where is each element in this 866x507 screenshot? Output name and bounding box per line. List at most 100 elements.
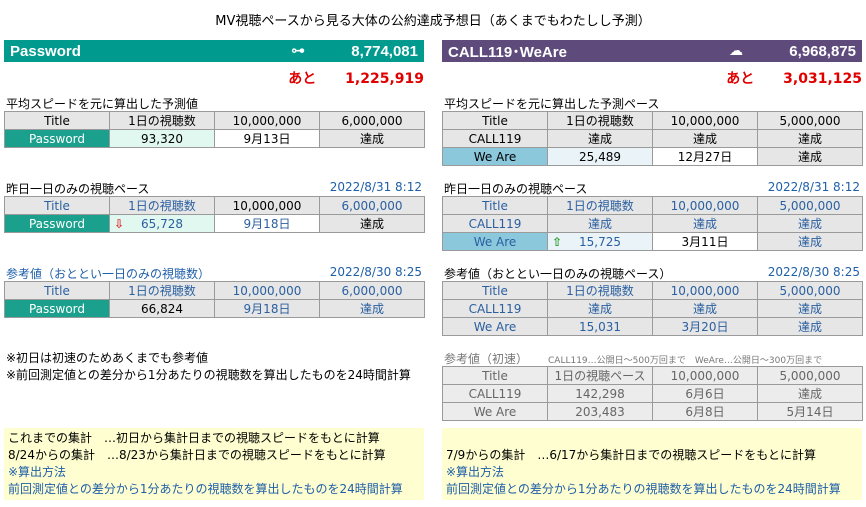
col-header: 1日の視聴数 <box>109 196 215 215</box>
remaining-value: 1,225,919 <box>345 71 424 87</box>
password-total: 8,774,081 <box>351 42 418 60</box>
col-header: Title <box>4 281 110 300</box>
col-header: Title <box>442 111 548 130</box>
goal-status: 達成 <box>319 129 425 148</box>
daily-views: 65,728 <box>141 216 183 231</box>
left-summary-box: これまでの集計 …初日から集計日までの視聴スピードをもとに計算 8/24からの集… <box>4 428 424 500</box>
note-line: ※初日は初速のためあくまでも参考値 <box>6 351 209 365</box>
goal-status: 達成 <box>757 147 863 166</box>
row-title: Password <box>4 129 110 148</box>
row-title: Password <box>4 299 110 318</box>
page-title: MV視聴ペースから見る大体の公約達成予想日（あくまでもわたしし予測） <box>215 14 651 29</box>
cloud-icon: ☁ <box>729 43 743 59</box>
left-yesterday-title: 昨日一日のみの視聴ペース <box>6 182 150 196</box>
password-remaining: あと 1,225,919 <box>4 68 424 88</box>
col-header: 1日の視聴ペース <box>547 366 653 385</box>
left-notes: ※初日は初速のためあくまでも参考値 ※前回測定値との差分から1分あたりの視聴数を… <box>6 350 411 384</box>
right-yesterday-title: 昨日一日のみの視聴ペース <box>444 182 588 196</box>
goal-date: 3月11日 <box>652 232 758 251</box>
col-header: 10,000,000 <box>214 111 320 130</box>
goal-status: 達成 <box>757 129 863 148</box>
col-header: 10,000,000 <box>652 196 758 215</box>
right-reference-table: Title 1日の視聴数 10,000,000 5,000,000 CALL11… <box>442 281 863 336</box>
col-header: 1日の視聴数 <box>109 281 215 300</box>
daily-views: 達成 <box>547 299 653 318</box>
col-header: 10,000,000 <box>652 111 758 130</box>
daily-views: 達成 <box>547 214 653 233</box>
daily-views-cell: ⇧ 15,725 <box>547 232 653 251</box>
daily-views: 203,483 <box>547 402 653 421</box>
summary-line: これまでの集計 …初日から集計日までの視聴スピードをもとに計算 <box>8 431 380 445</box>
left-reference-title: 参考値（おととい一日のみの視聴数） <box>6 267 211 281</box>
right-reference-timestamp: 2022/8/30 8:25 <box>767 265 860 279</box>
goal-status: 達成 <box>757 299 863 318</box>
right-yesterday-timestamp: 2022/8/31 8:12 <box>767 180 860 194</box>
col-header: 10,000,000 <box>214 281 320 300</box>
goal-status: 達成 <box>757 317 863 336</box>
col-header: 5,000,000 <box>757 196 863 215</box>
col-header: 5,000,000 <box>757 111 863 130</box>
remaining-value: 3,031,125 <box>783 71 862 87</box>
goal-date: 6月8日 <box>652 402 758 421</box>
row-title: We Are <box>442 147 548 166</box>
right-initial-note: CALL119…公開日～500万回まで WeAre…公開日～300万回まで <box>548 356 823 366</box>
col-header: 5,000,000 <box>757 281 863 300</box>
col-header: Title <box>4 196 110 215</box>
col-header: Title <box>442 281 548 300</box>
goal-date: 6月6日 <box>652 384 758 403</box>
right-avg-table: Title 1日の視聴数 10,000,000 5,000,000 CALL11… <box>442 111 863 166</box>
up-arrow-icon: ⇧ <box>552 234 563 249</box>
col-header: 6,000,000 <box>319 196 425 215</box>
call-header: CALL119･WeAre ☁ 6,968,875 <box>442 40 862 62</box>
summary-line: 7/9からの集計 …6/17から集計日までの視聴スピードをもとに計算 <box>446 448 817 462</box>
goal-date: 達成 <box>652 299 758 318</box>
key-icon: ⊶ <box>291 43 305 59</box>
call-total: 6,968,875 <box>789 42 856 60</box>
goal-date: 9月13日 <box>214 129 320 148</box>
col-header: 10,000,000 <box>652 281 758 300</box>
summary-line: ※算出方法 <box>8 465 67 479</box>
right-avg-title: 平均スピードを元に算出した予測ペース <box>444 97 660 111</box>
goal-date: 9月18日 <box>214 214 320 233</box>
col-header: 1日の視聴数 <box>547 196 653 215</box>
left-yesterday-timestamp: 2022/8/31 8:12 <box>329 180 422 194</box>
goal-status: 達成 <box>319 299 425 318</box>
left-yesterday-table: Title 1日の視聴数 10,000,000 6,000,000 Passwo… <box>4 196 425 233</box>
col-header: 1日の視聴数 <box>109 111 215 130</box>
left-reference-table: Title 1日の視聴数 10,000,000 6,000,000 Passwo… <box>4 281 425 318</box>
row-title: We Are <box>442 402 548 421</box>
col-header: 1日の視聴数 <box>547 281 653 300</box>
goal-date: 12月27日 <box>652 147 758 166</box>
goal-date: 3月20日 <box>652 317 758 336</box>
goal-status: 達成 <box>757 232 863 251</box>
summary-line: 前回測定値との差分から1分あたりの視聴数を算出したものを24時間計算 <box>446 482 841 496</box>
col-header: Title <box>4 111 110 130</box>
daily-views: 66,824 <box>109 299 215 318</box>
row-title: CALL119 <box>442 384 548 403</box>
col-header: 10,000,000 <box>214 196 320 215</box>
goal-date: 達成 <box>652 214 758 233</box>
col-header: Title <box>442 196 548 215</box>
daily-views: 25,489 <box>547 147 653 166</box>
daily-views: 達成 <box>547 129 653 148</box>
daily-views: 142,298 <box>547 384 653 403</box>
goal-date: 9月18日 <box>214 299 320 318</box>
note-line: ※前回測定値との差分から1分あたりの視聴数を算出したものを24時間計算 <box>6 368 411 382</box>
call-remaining: あと 3,031,125 <box>442 68 862 88</box>
row-title: We Are <box>442 317 548 336</box>
col-header: 5,000,000 <box>757 366 863 385</box>
goal-date: 達成 <box>652 129 758 148</box>
right-summary-box: 7/9からの集計 …6/17から集計日までの視聴スピードをもとに計算 ※算出方法… <box>442 428 862 500</box>
row-title: CALL119 <box>442 214 548 233</box>
row-title: Password <box>4 214 110 233</box>
row-title: CALL119 <box>442 299 548 318</box>
summary-line: 前回測定値との差分から1分あたりの視聴数を算出したものを24時間計算 <box>8 482 403 496</box>
goal-status: 達成 <box>757 384 863 403</box>
remaining-label: あと <box>726 71 755 87</box>
daily-views: 15,725 <box>579 234 621 249</box>
goal-status: 達成 <box>319 214 425 233</box>
right-initial-title: 参考値（初速） <box>444 352 529 366</box>
col-header: 6,000,000 <box>319 281 425 300</box>
daily-views: 93,320 <box>109 129 215 148</box>
summary-line: 8/24からの集計 …8/23から集計日までの視聴スピードをもとに計算 <box>8 448 386 462</box>
